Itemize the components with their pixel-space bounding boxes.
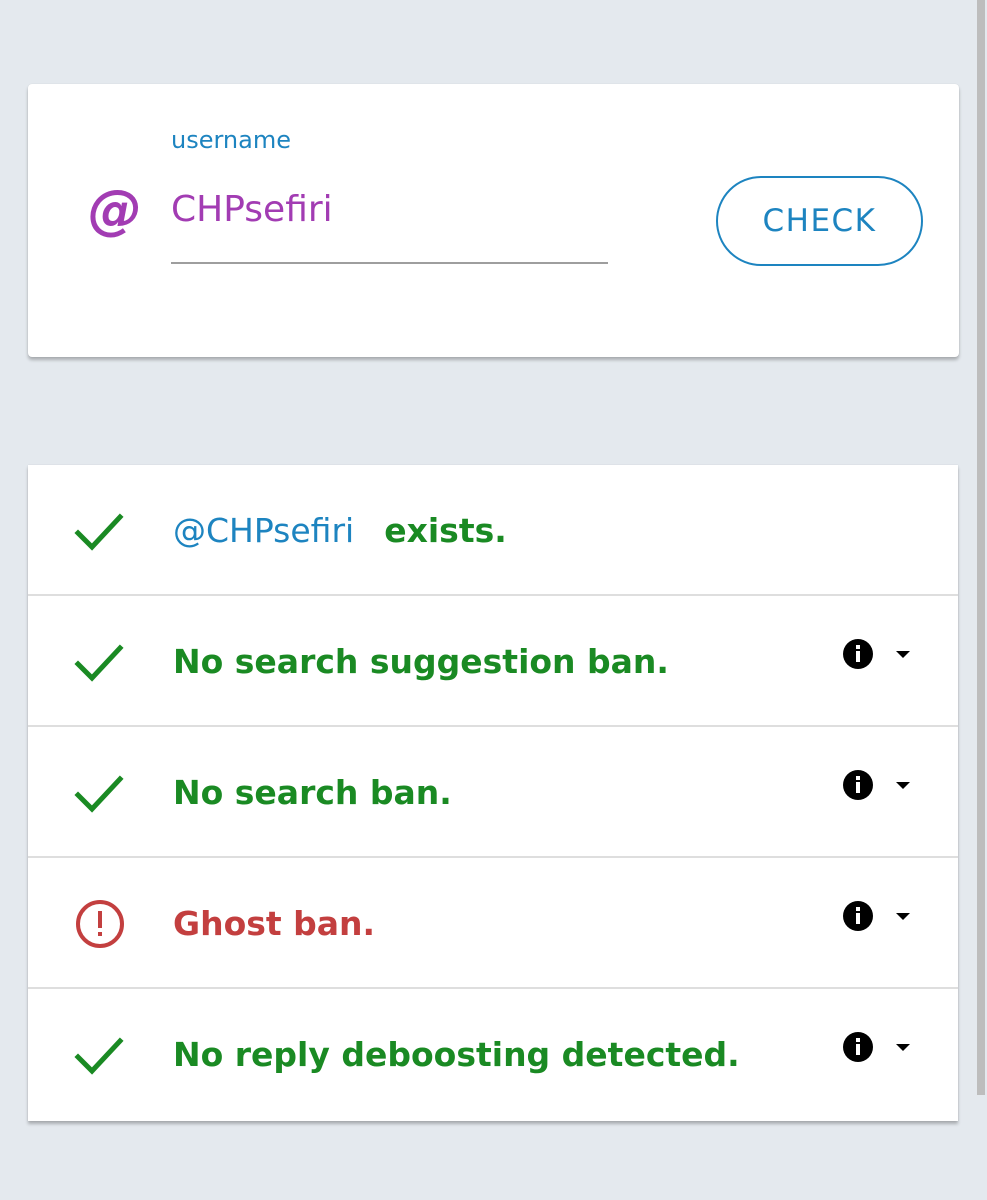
username-label: username [171, 126, 291, 154]
check-icon [74, 775, 124, 813]
scrollbar-thumb[interactable] [977, 0, 985, 1095]
caret-down-icon[interactable] [894, 910, 912, 922]
results-card: @CHPsefiri exists. No search suggestion b… [28, 465, 958, 1121]
info-icon[interactable] [842, 1031, 874, 1063]
result-row-reply-deboosting: No reply deboosting detected. [28, 989, 958, 1120]
exclamation-circle-icon [76, 900, 124, 948]
info-icon[interactable] [842, 769, 874, 801]
info-icon[interactable] [842, 900, 874, 932]
result-label: No reply deboosting detected. [173, 1035, 740, 1074]
info-icon[interactable] [842, 638, 874, 670]
result-row-exists: @CHPsefiri exists. [28, 465, 958, 596]
at-sign-icon: @ [88, 178, 142, 241]
result-row-search-ban: No search ban. [28, 727, 958, 858]
check-icon [74, 1037, 124, 1075]
search-card: @ username CHECK [28, 84, 959, 357]
caret-down-icon[interactable] [894, 779, 912, 791]
caret-down-icon[interactable] [894, 1041, 912, 1053]
result-row-ghost-ban: Ghost ban. [28, 858, 958, 989]
result-label: exists. [384, 511, 507, 550]
check-icon [74, 513, 124, 551]
scrollbar[interactable] [975, 0, 987, 1200]
result-text: @CHPsefiri exists. [173, 465, 507, 596]
check-icon [74, 644, 124, 682]
check-button[interactable]: CHECK [716, 176, 923, 266]
username-input[interactable] [171, 180, 608, 264]
username-handle: @CHPsefiri [173, 511, 355, 550]
result-row-search-suggestion-ban: No search suggestion ban. [28, 596, 958, 727]
result-label: Ghost ban. [173, 904, 376, 943]
result-label: No search ban. [173, 773, 452, 812]
caret-down-icon[interactable] [894, 648, 912, 660]
result-label: No search suggestion ban. [173, 642, 669, 681]
